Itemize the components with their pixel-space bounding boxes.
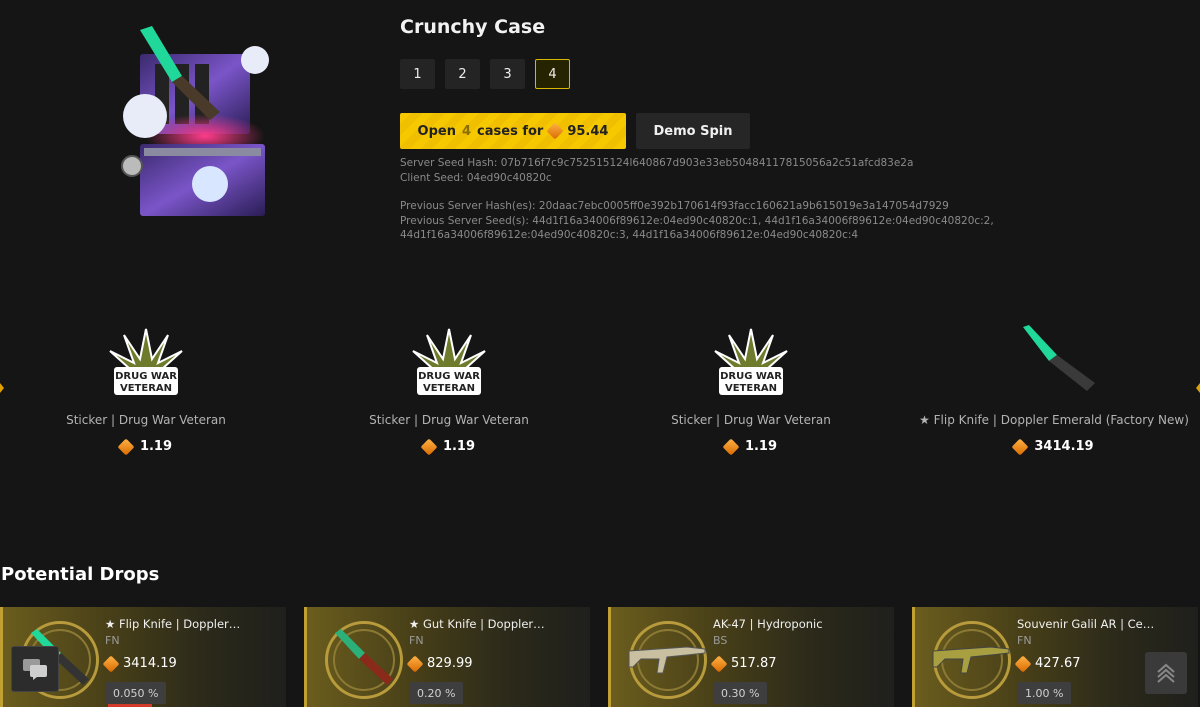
reel-item-price: 3414.19 bbox=[904, 438, 1200, 455]
reel-item: DRUG WAR VETERAN Sticker | Drug War Vete… bbox=[0, 325, 296, 455]
drop-odds: 0.30 % bbox=[713, 682, 768, 704]
chevron-up-icon bbox=[1157, 663, 1175, 683]
svg-text:VETERAN: VETERAN bbox=[423, 383, 475, 394]
reel-item-name: Sticker | Drug War Veteran bbox=[66, 413, 226, 427]
case-image bbox=[110, 24, 280, 224]
reel-item-name: ★ Flip Knife | Doppler Emerald (Factory … bbox=[919, 413, 1189, 427]
svg-text:VETERAN: VETERAN bbox=[120, 383, 172, 394]
drop-condition: FN bbox=[1017, 634, 1032, 647]
knife-icon bbox=[904, 325, 1200, 397]
reel-item-price-value: 1.19 bbox=[139, 439, 173, 454]
reel-item-price-value: 1.19 bbox=[442, 439, 476, 454]
quantity-1-button[interactable]: 1 bbox=[400, 59, 435, 89]
previous-server-hashes: Previous Server Hash(es): 20daac7ebc0005… bbox=[400, 200, 949, 212]
drop-condition: FN bbox=[409, 634, 424, 647]
drop-name: Souvenir Galil AR | Ce… bbox=[1017, 617, 1155, 631]
sticker-icon: DRUG WAR VETERAN bbox=[601, 325, 901, 397]
coin-icon bbox=[406, 655, 424, 672]
drop-condition: BS bbox=[713, 634, 728, 647]
quantity-4-button[interactable]: 4 bbox=[535, 59, 570, 89]
coin-icon bbox=[722, 438, 740, 455]
sticker-icon: DRUG WAR VETERAN bbox=[0, 325, 296, 397]
coin-icon bbox=[1011, 438, 1029, 455]
reel-item-price: 1.19 bbox=[0, 438, 296, 455]
chat-icon bbox=[23, 659, 47, 680]
open-label-count: 4 bbox=[461, 123, 472, 139]
svg-text:VETERAN: VETERAN bbox=[725, 383, 777, 394]
rifle-icon bbox=[628, 646, 706, 674]
scroll-to-top-button[interactable] bbox=[1145, 652, 1187, 694]
coin-icon bbox=[102, 655, 120, 672]
drop-price-value: 427.67 bbox=[1035, 656, 1081, 671]
coin-icon bbox=[710, 655, 728, 672]
quantity-selector: 1 2 3 4 bbox=[400, 59, 570, 89]
action-row: Open 4 cases for 95.44 Demo Spin bbox=[400, 113, 750, 149]
case-title: Crunchy Case bbox=[400, 16, 546, 38]
drop-card[interactable]: ★ Gut Knife | Doppler… FN 829.99 0.20 % bbox=[304, 607, 590, 707]
reel-item: DRUG WAR VETERAN Sticker | Drug War Vete… bbox=[299, 325, 599, 455]
quantity-2-button[interactable]: 2 bbox=[445, 59, 480, 89]
drop-odds: 1.00 % bbox=[1017, 682, 1072, 704]
reel-item-price: 1.19 bbox=[299, 438, 599, 455]
potential-drops-title: Potential Drops bbox=[1, 564, 160, 585]
knife-icon bbox=[335, 629, 393, 685]
reel-item: DRUG WAR VETERAN Sticker | Drug War Vete… bbox=[601, 325, 901, 455]
coin-icon bbox=[117, 438, 135, 455]
reel-item-price-value: 1.19 bbox=[744, 439, 778, 454]
open-cases-button[interactable]: Open 4 cases for 95.44 bbox=[400, 113, 626, 149]
svg-text:DRUG WAR: DRUG WAR bbox=[720, 371, 782, 382]
coin-icon bbox=[1014, 655, 1032, 672]
svg-text:DRUG WAR: DRUG WAR bbox=[418, 371, 480, 382]
chat-button[interactable] bbox=[11, 646, 59, 692]
drop-price: 3414.19 bbox=[102, 655, 177, 672]
server-seed-hash: Server Seed Hash: 07b716f7c9c752515124l6… bbox=[400, 157, 914, 169]
reel-item-name: Sticker | Drug War Veteran bbox=[369, 413, 529, 427]
drop-price: 517.87 bbox=[710, 655, 777, 672]
open-label-prefix: Open bbox=[417, 123, 456, 139]
drop-price-value: 3414.19 bbox=[123, 656, 177, 671]
drop-name: AK-47 | Hydroponic bbox=[713, 617, 823, 631]
reel-item-price: 1.19 bbox=[601, 438, 901, 455]
coin-icon bbox=[546, 122, 564, 140]
drop-price-value: 829.99 bbox=[427, 656, 473, 671]
sticker-icon: DRUG WAR VETERAN bbox=[299, 325, 599, 397]
drop-odds: 0.050 % bbox=[105, 682, 167, 704]
previous-server-seeds: Previous Server Seed(s): 44d1f16a34006f8… bbox=[400, 215, 994, 241]
drop-price: 829.99 bbox=[406, 655, 473, 672]
reel-item-name: Sticker | Drug War Veteran bbox=[671, 413, 831, 427]
drop-card[interactable]: AK-47 | Hydroponic BS 517.87 0.30 % bbox=[608, 607, 894, 707]
client-seed: Client Seed: 04ed90c40820c bbox=[400, 172, 552, 184]
drop-condition: FN bbox=[105, 634, 120, 647]
drop-price-value: 517.87 bbox=[731, 656, 777, 671]
reel-item: ★ Flip Knife | Doppler Emerald (Factory … bbox=[904, 325, 1200, 455]
drop-name: ★ Gut Knife | Doppler… bbox=[409, 617, 545, 631]
rifle-icon bbox=[932, 646, 1010, 674]
drop-odds: 0.20 % bbox=[409, 682, 464, 704]
coin-icon bbox=[420, 438, 438, 455]
reel-item-price-value: 3414.19 bbox=[1034, 439, 1094, 454]
demo-spin-button[interactable]: Demo Spin bbox=[636, 113, 750, 149]
svg-text:DRUG WAR: DRUG WAR bbox=[115, 371, 177, 382]
open-label-middle: cases for bbox=[477, 123, 544, 139]
quantity-3-button[interactable]: 3 bbox=[490, 59, 525, 89]
open-label-price: 95.44 bbox=[567, 123, 609, 139]
drop-price: 427.67 bbox=[1014, 655, 1081, 672]
drop-name: ★ Flip Knife | Doppler… bbox=[105, 617, 241, 631]
